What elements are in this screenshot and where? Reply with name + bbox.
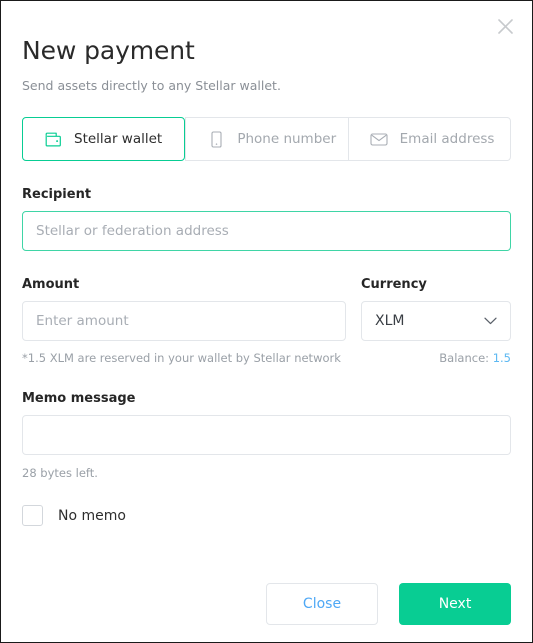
recipient-label: Recipient	[22, 187, 92, 202]
close-icon[interactable]	[492, 13, 518, 39]
currency-selected-value: XLM	[375, 313, 405, 329]
tab-label: Email address	[399, 131, 495, 147]
envelope-icon	[370, 130, 388, 148]
recipient-type-tabs: Stellar wallet Phone number Email addres…	[22, 117, 511, 161]
tab-label: Phone number	[237, 131, 337, 147]
balance-value: 1.5	[492, 351, 511, 365]
wallet-icon	[44, 130, 62, 148]
payment-form: Recipient Amount Currency XLM	[1, 187, 532, 526]
tab-label: Stellar wallet	[74, 131, 163, 147]
no-memo-checkbox[interactable]	[22, 505, 43, 526]
chevron-down-icon	[484, 317, 497, 325]
page-title: New payment	[22, 36, 195, 65]
tab-stellar-wallet[interactable]: Stellar wallet	[22, 117, 186, 161]
tab-phone-number[interactable]: Phone number	[185, 117, 348, 161]
amount-input[interactable]	[22, 301, 346, 341]
currency-select[interactable]: XLM	[361, 301, 511, 341]
memo-group: Memo message 28 bytes left. No memo	[22, 391, 511, 526]
amount-helper-row: *1.5 XLM are reserved in your wallet by …	[22, 351, 511, 365]
currency-label: Currency	[361, 277, 427, 292]
recipient-input[interactable]	[22, 211, 511, 251]
dialog-footer: Close Next	[1, 566, 532, 642]
memo-label: Memo message	[22, 391, 136, 406]
close-button[interactable]: Close	[266, 583, 378, 625]
memo-input[interactable]	[22, 415, 511, 455]
no-memo-label: No memo	[58, 507, 126, 524]
recipient-group: Recipient	[22, 187, 511, 251]
amount-currency-group: Amount Currency XLM *1	[22, 277, 511, 365]
balance-label: Balance:	[439, 351, 490, 365]
next-button[interactable]: Next	[399, 583, 511, 625]
memo-bytes-left: 28 bytes left.	[22, 466, 98, 480]
new-payment-dialog: New payment Send assets directly to any …	[0, 0, 533, 643]
amount-currency-labels: Amount Currency XLM	[22, 277, 511, 341]
no-memo-checkbox-row[interactable]: No memo	[22, 505, 126, 526]
dialog-subtitle: Send assets directly to any Stellar wall…	[22, 77, 281, 93]
reserve-note: *1.5 XLM are reserved in your wallet by …	[22, 351, 341, 365]
balance-display: Balance: 1.5	[439, 351, 511, 365]
tab-email-address[interactable]: Email address	[347, 117, 511, 161]
amount-label: Amount	[22, 277, 80, 292]
dialog-header: New payment Send assets directly to any …	[1, 1, 532, 94]
phone-icon	[207, 130, 225, 148]
